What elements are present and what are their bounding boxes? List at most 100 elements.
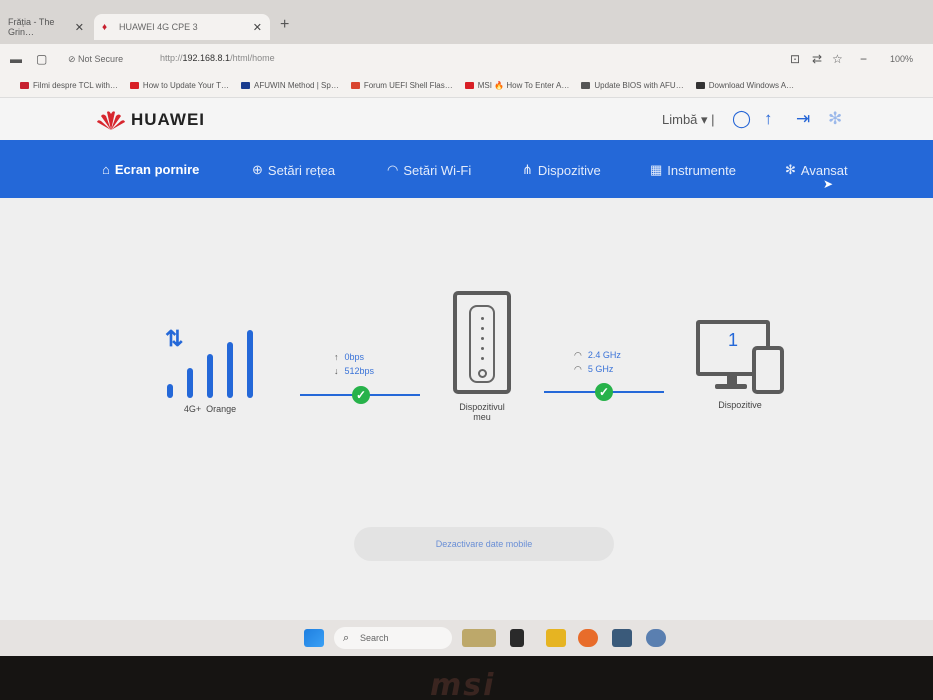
gear-icon: ✻: [785, 162, 796, 177]
nav-home[interactable]: ⌂ Ecran pornire: [102, 162, 199, 177]
new-tab-button[interactable]: +: [280, 16, 289, 34]
nav-tools[interactable]: ▦ Instrumente: [650, 162, 736, 178]
home-icon: ⌂: [102, 162, 110, 177]
signal-icon: ⇅: [165, 328, 257, 398]
url-field[interactable]: http://192.168.8.1/html/home: [160, 53, 275, 63]
led: [481, 337, 484, 340]
close-tab-icon[interactable]: ✕: [253, 21, 262, 34]
download-speed: ↓ 512bps: [334, 366, 375, 376]
bookmark-item[interactable]: Download Windows A…: [695, 81, 794, 90]
firefox-icon[interactable]: [578, 629, 598, 647]
huawei-logo-icon: [97, 111, 125, 130]
wifi-icon: ◠: [574, 364, 582, 374]
close-tab-icon[interactable]: ✕: [75, 21, 84, 34]
bookmarks-bar: Filmi despre TCL with… How to Update You…: [0, 74, 933, 98]
signal-bar: [167, 384, 173, 398]
chat-icon[interactable]: ◯: [732, 109, 751, 129]
globe-icon: ⊕: [252, 162, 263, 177]
bookmark-icon: [20, 82, 29, 89]
settings-icon[interactable]: [646, 629, 666, 647]
router-header: HUAWEI Limbă ▾ | ◯ ↑ ⇥ ✻: [0, 98, 933, 140]
monitor-stand: [727, 376, 737, 384]
bookmark-icon: [695, 82, 705, 89]
bookmark-item[interactable]: Update BIOS with AFU…: [581, 81, 684, 90]
bookmark-item[interactable]: MSI 🔥 How To Enter A…: [464, 81, 569, 90]
update-arrow-icon[interactable]: ↑: [764, 109, 773, 129]
up-arrow-icon: ↑: [334, 352, 339, 362]
wifi-band-24: ◠ 2.4 GHz: [574, 350, 621, 360]
huawei-favicon-icon: ♦: [102, 21, 108, 33]
network-caption: 4G+ Orange: [183, 404, 237, 414]
widgets-icon[interactable]: [462, 629, 496, 647]
tab-label: Frăția - The Grin…: [8, 17, 55, 37]
browser-tab[interactable]: Frăția - The Grin… ✕: [0, 14, 92, 40]
link-icon: [581, 82, 591, 89]
zoom-level[interactable]: 100%: [890, 54, 913, 64]
signal-bar: [227, 342, 233, 398]
security-indicator[interactable]: ⊘ Not Secure: [68, 54, 123, 65]
settings-gear-icon[interactable]: ✻: [828, 109, 842, 129]
led: [481, 347, 484, 350]
file-explorer-icon[interactable]: [546, 629, 566, 647]
sidebar-icon[interactable]: ▬: [10, 52, 22, 66]
bookmark-item[interactable]: AFUWIN Method | Sp…: [241, 81, 339, 90]
router-panel: [469, 305, 495, 383]
wifi-band-5: ◠ 5 GHz: [574, 364, 614, 374]
signal-bar: [247, 330, 253, 398]
monitor-base: [715, 384, 747, 389]
tab-label: HUAWEI 4G CPE 3: [119, 22, 198, 32]
signal-bar: [207, 354, 213, 398]
search-icon: ⌕: [343, 632, 350, 644]
led: [481, 357, 484, 360]
translate-icon[interactable]: ⇄: [812, 52, 822, 66]
lan-ok-icon: ✓: [595, 383, 613, 401]
language-select[interactable]: Limbă ▾ |: [662, 112, 715, 128]
browser-tab-active[interactable]: ♦ HUAWEI 4G CPE 3 ✕: [94, 14, 270, 40]
tools-icon: ▦: [650, 162, 663, 177]
bookmark-icon: [350, 82, 360, 89]
nav-advanced[interactable]: ✻ Avansat: [785, 162, 848, 178]
reader-icon[interactable]: ▢: [36, 52, 47, 66]
logout-icon[interactable]: ⇥: [796, 109, 810, 129]
msi-logo: msi: [430, 668, 496, 700]
bookmark-item[interactable]: Filmi despre TCL with…: [20, 81, 118, 90]
taskbar-search[interactable]: ⌕ Search: [334, 627, 452, 649]
main-nav: ⌂ Ecran pornire ⊕ Setări rețea ◠ Setări Wi-…: [0, 140, 933, 198]
browser-tab-strip: Frăția - The Grin… ✕ ♦ HUAWEI 4G CPE 3 ✕…: [0, 0, 933, 44]
youtube-icon: [464, 82, 474, 89]
bookmark-icon: [241, 82, 251, 89]
led: [481, 317, 484, 320]
my-device-caption: Dispozitivul meu: [459, 402, 505, 422]
phone-icon: [752, 346, 784, 394]
transfer-arrows-icon: ⇅: [165, 326, 184, 351]
address-bar-row: ▬ ▢ ⊘ Not Secure http://192.168.8.1/html…: [0, 44, 933, 74]
start-icon[interactable]: [304, 629, 324, 647]
screenshot-icon[interactable]: ⊡: [790, 52, 800, 66]
nav-wifi-settings[interactable]: ◠ Setări Wi-Fi: [387, 162, 471, 178]
app-icon[interactable]: [612, 629, 632, 647]
down-arrow-icon: ↓: [334, 366, 339, 376]
windows-taskbar: ⌕ Search: [0, 620, 933, 656]
bookmark-item[interactable]: How to Update Your T…: [129, 81, 229, 90]
youtube-icon: [129, 82, 139, 89]
disable-mobile-data-button[interactable]: Dezactivare date mobile: [354, 527, 614, 561]
brand-name: HUAWEI: [131, 110, 205, 129]
upload-speed: ↑ 0bps: [334, 352, 365, 362]
wan-ok-icon: ✓: [352, 386, 370, 404]
devices-caption: Dispozitive: [718, 400, 762, 410]
bookmark-item[interactable]: Forum UEFI Shell Flas…: [350, 81, 453, 90]
led: [481, 327, 484, 330]
huawei-logo: HUAWEI: [95, 108, 205, 132]
task-view-icon[interactable]: [510, 629, 524, 647]
wifi-icon: ◠: [574, 350, 582, 360]
favorite-icon[interactable]: ☆: [832, 52, 843, 66]
mouse-cursor-icon: ➤: [823, 177, 834, 191]
wifi-icon: ◠: [387, 162, 399, 177]
signal-bar: [187, 368, 193, 398]
nav-network-settings[interactable]: ⊕ Setări rețea: [252, 162, 335, 178]
devices-icon: ⋔: [522, 162, 533, 177]
nav-devices[interactable]: ⋔ Dispozitive: [522, 162, 601, 178]
router-device-icon[interactable]: [453, 291, 511, 394]
router-button: [478, 369, 487, 378]
minus-icon[interactable]: −: [860, 52, 867, 66]
